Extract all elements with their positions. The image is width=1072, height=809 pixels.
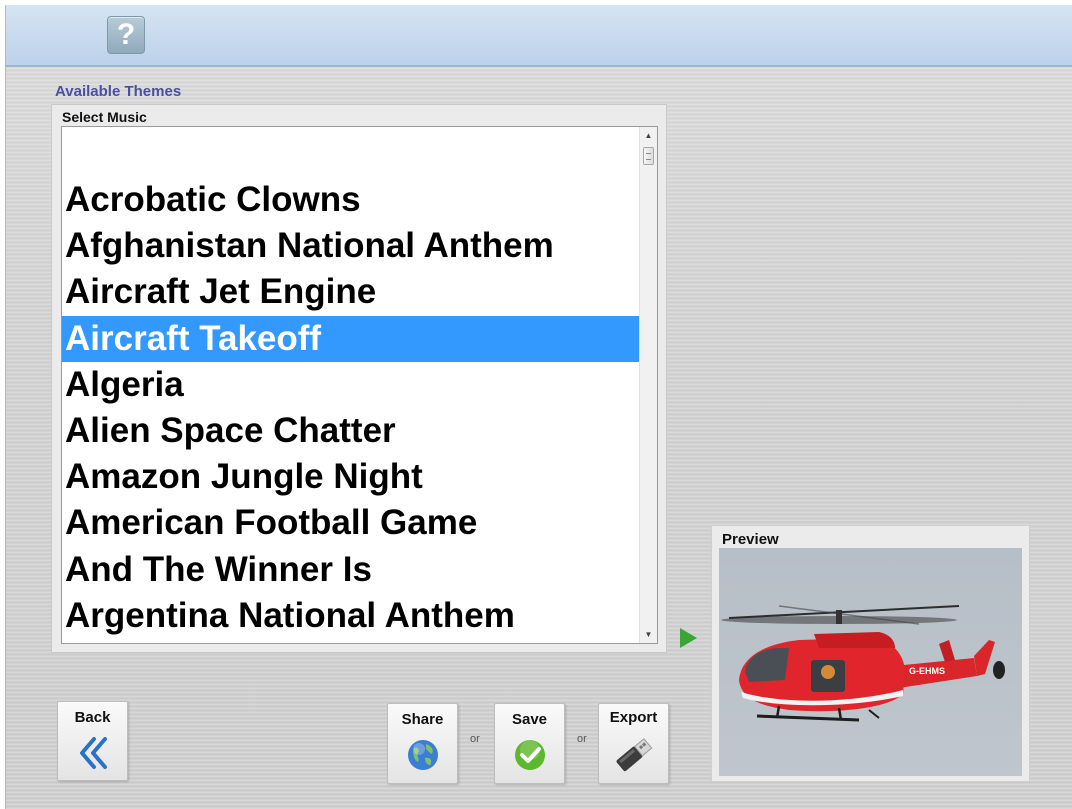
double-chevron-left-icon — [79, 737, 107, 769]
helicopter-registration: G-EHMS — [909, 666, 945, 676]
list-item[interactable]: Amazon Jungle Night — [62, 454, 640, 500]
globe-icon — [407, 740, 438, 770]
question-mark-icon: ? — [116, 18, 136, 51]
select-music-label: Select Music — [62, 109, 147, 125]
preview-panel: Preview G-EHMS — [711, 525, 1030, 782]
preview-image: G-EHMS — [719, 548, 1022, 776]
export-button-label: Export — [609, 709, 658, 726]
preview-label: Preview — [722, 531, 779, 548]
or-separator: or — [577, 733, 587, 745]
checkmark-icon — [514, 740, 545, 770]
usb-drive-icon — [616, 738, 652, 772]
list-scrollbar[interactable]: ▲ ▼ — [639, 127, 657, 643]
list-item[interactable]: Alien Space Chatter — [62, 408, 640, 454]
list-item[interactable]: American Football Game — [62, 500, 640, 546]
back-button[interactable]: Back — [57, 701, 128, 781]
help-button[interactable]: ? — [107, 16, 145, 54]
scroll-down-arrow-icon[interactable]: ▼ — [640, 626, 657, 643]
share-button-label: Share — [401, 711, 444, 728]
helicopter-image: G-EHMS — [721, 605, 1005, 722]
list-item[interactable]: Afghanistan National Anthem — [62, 223, 640, 269]
list-item[interactable]: And The Winner Is — [62, 547, 640, 593]
list-item[interactable]: Aircraft Jet Engine — [62, 269, 640, 315]
list-item-selected[interactable]: Aircraft Takeoff — [62, 315, 640, 362]
available-themes-heading: Available Themes — [55, 83, 182, 100]
list-item[interactable]: Argentina National Anthem — [62, 593, 640, 639]
export-button[interactable]: Export — [598, 703, 669, 784]
share-button[interactable]: Share — [387, 703, 458, 784]
list-item[interactable]: Algeria — [62, 362, 640, 408]
save-button-label: Save — [511, 711, 548, 728]
top-toolbar: ? — [6, 5, 1072, 67]
music-listbox[interactable]: Acrobatic Clowns Afghanistan National An… — [61, 126, 658, 644]
play-preview-icon[interactable] — [680, 628, 697, 648]
scroll-thumb[interactable] — [643, 147, 654, 165]
back-button-label: Back — [74, 709, 111, 726]
list-item[interactable]: Acrobatic Clowns — [62, 177, 640, 223]
scroll-up-arrow-icon[interactable]: ▲ — [640, 127, 657, 144]
save-button[interactable]: Save — [494, 703, 565, 784]
or-separator: or — [470, 733, 480, 745]
music-list: Acrobatic Clowns Afghanistan National An… — [62, 177, 640, 639]
select-music-panel: Select Music Acrobatic Clowns Afghanista… — [51, 104, 667, 653]
